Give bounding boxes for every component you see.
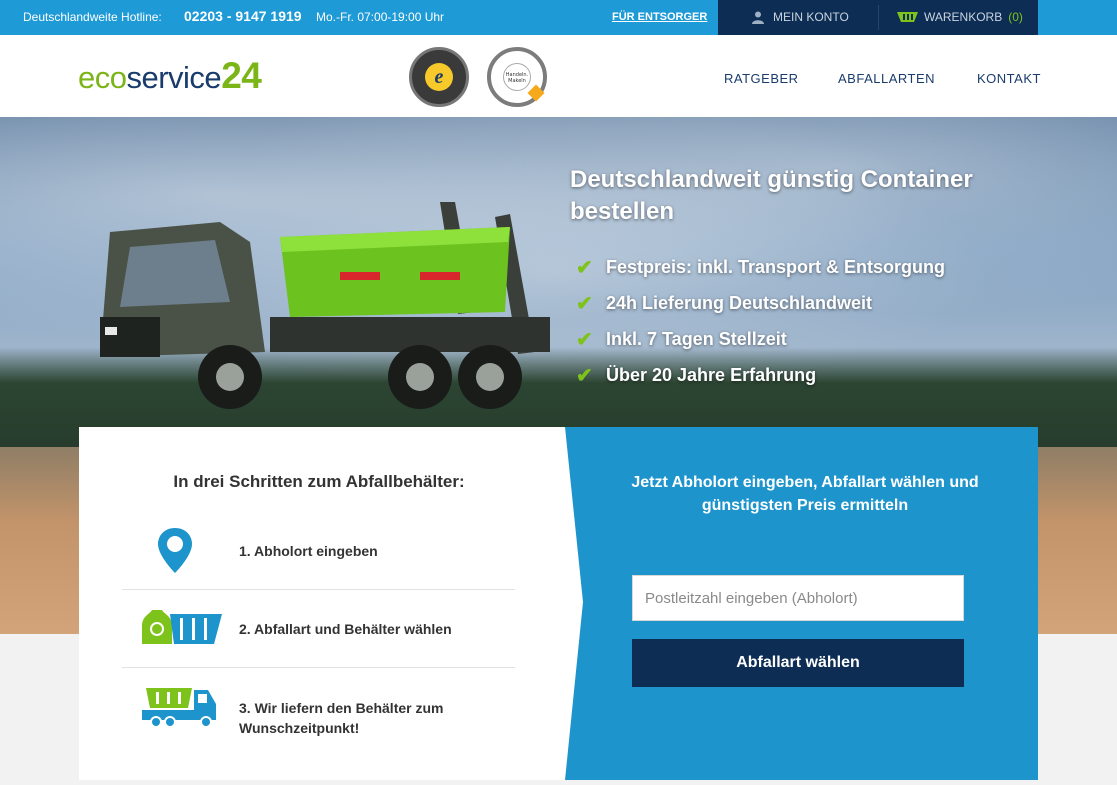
my-account-link[interactable]: MEIN KONTO	[752, 10, 849, 24]
checkmark-icon: ✔	[576, 256, 593, 279]
opening-hours: Mo.-Fr. 07:00-19:00 Uhr	[316, 10, 445, 24]
hotline-label: Deutschlandweite Hotline:	[23, 10, 162, 24]
topbar-divider	[878, 5, 879, 30]
step-item: 2. Abfallart und Behälter wählen	[122, 590, 515, 668]
benefit-item: ✔ Festpreis: inkl. Transport & Entsorgung	[576, 249, 945, 285]
seal-corner-mark	[527, 84, 545, 102]
checkmark-icon: ✔	[576, 364, 593, 387]
nav-ratgeber[interactable]: RATGEBER	[724, 71, 799, 86]
logo-eco: eco	[78, 60, 127, 95]
top-bar: Deutschlandweite Hotline: 02203 - 9147 1…	[0, 0, 1117, 35]
postcode-input[interactable]	[632, 575, 964, 621]
certified-seal-text: Handeln. Makeln	[503, 63, 531, 91]
cart-label: WARENKORB	[924, 10, 1003, 24]
order-panel: Jetzt Abholort eingeben, Abfallart wähle…	[565, 427, 1038, 780]
benefit-item: ✔ Inkl. 7 Tagen Stellzeit	[576, 321, 945, 357]
step-label: 1. Abholort eingeben	[239, 543, 378, 559]
benefit-text: Über 20 Jahre Erfahrung	[606, 364, 817, 385]
user-icon	[752, 11, 764, 24]
benefit-item: ✔ 24h Lieferung Deutschlandweit	[576, 285, 945, 321]
step-item: 3. Wir liefern den Behälter zum Wunschze…	[122, 668, 515, 746]
trusted-shops-e: e	[425, 63, 453, 91]
benefit-text: Inkl. 7 Tagen Stellzeit	[606, 328, 787, 349]
location-pin-icon	[158, 528, 192, 573]
choose-waste-type-button[interactable]: Abfallart wählen	[632, 639, 964, 687]
hotline-phone[interactable]: 02203 - 9147 1919	[184, 8, 302, 24]
cart-link[interactable]: WARENKORB (0)	[897, 10, 1023, 24]
certified-disposal-seal[interactable]: Handeln. Makeln	[487, 47, 547, 107]
checkmark-icon: ✔	[576, 328, 593, 351]
site-header: ecoservice24 e Handeln. Makeln RATGEBER …	[0, 35, 1117, 117]
benefit-text: 24h Lieferung Deutschlandweit	[606, 292, 873, 313]
steps-title: In drei Schritten zum Abfallbehälter:	[173, 472, 465, 491]
order-panel-title: Jetzt Abholort eingeben, Abfallart wähle…	[631, 474, 979, 514]
step-item: 1. Abholort eingeben	[122, 512, 515, 590]
logo-service: service	[126, 60, 222, 95]
nav-kontakt[interactable]: KONTAKT	[977, 71, 1041, 86]
nav-abfallarten[interactable]: ABFALLARTEN	[838, 71, 935, 86]
trusted-shops-seal[interactable]: e	[409, 47, 469, 107]
step-label: 2. Abfallart und Behälter wählen	[239, 621, 452, 637]
logo-24: 24	[221, 55, 262, 96]
step-label: 3. Wir liefern den Behälter zum Wunschze…	[239, 700, 444, 736]
container-cart-icon	[897, 12, 918, 22]
checkmark-icon: ✔	[576, 292, 593, 315]
ecoservice24-logo[interactable]: ecoservice24	[78, 55, 262, 97]
cart-count: (0)	[1008, 10, 1023, 24]
hero-title: Deutschlandweit günstig Container bestel…	[570, 166, 973, 225]
my-account-label: MEIN KONTO	[773, 10, 849, 24]
account-cart-box: MEIN KONTO WARENKORB (0)	[718, 0, 1038, 35]
skip-truck-image	[100, 202, 550, 409]
steps-panel: In drei Schritten zum Abfallbehälter: 1.…	[79, 427, 589, 780]
benefit-list: ✔ Festpreis: inkl. Transport & Entsorgung…	[576, 249, 945, 393]
waste-container-icon	[142, 610, 222, 644]
for-disposers-link[interactable]: FÜR ENTSORGER	[612, 11, 707, 23]
delivery-truck-icon	[142, 688, 216, 728]
benefit-text: Festpreis: inkl. Transport & Entsorgung	[606, 256, 946, 277]
benefit-item: ✔ Über 20 Jahre Erfahrung	[576, 357, 945, 393]
